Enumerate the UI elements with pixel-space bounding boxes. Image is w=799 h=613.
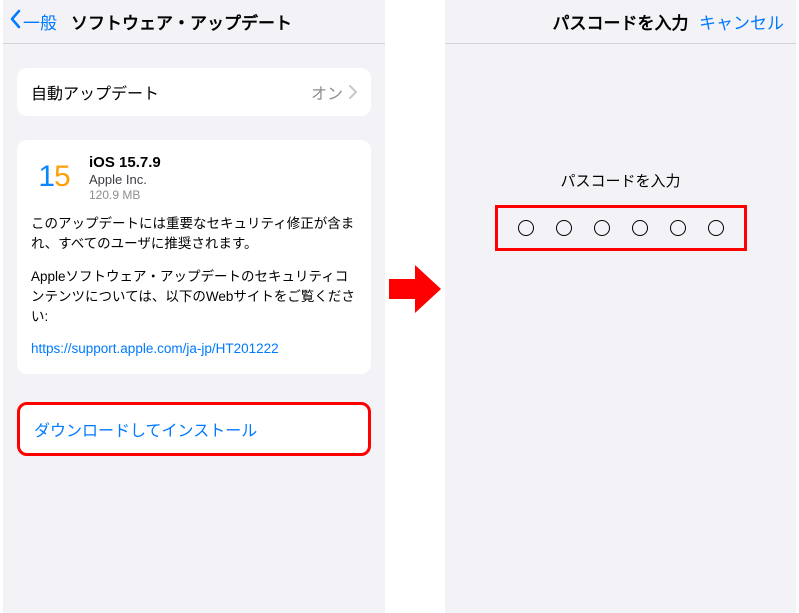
passcode-dot: [708, 220, 724, 236]
passcode-screen: パスコードを入力 キャンセル パスコードを入力: [445, 0, 796, 613]
download-install-button[interactable]: ダウンロードしてインストール: [17, 402, 371, 456]
update-desc-2: Appleソフトウェア・アップデートのセキュリティコンテンツについては、以下のW…: [31, 267, 357, 328]
passcode-dot: [594, 220, 610, 236]
back-button[interactable]: 一般: [3, 9, 57, 34]
ios-version-icon: 15: [31, 154, 77, 200]
auto-update-label: 自動アップデート: [31, 80, 311, 104]
passcode-dot: [670, 220, 686, 236]
passcode-dot: [556, 220, 572, 236]
download-install-label: ダウンロードしてインストール: [34, 423, 257, 440]
page-title: ソフトウェア・アップデート: [71, 9, 292, 34]
update-card: 15 iOS 15.7.9 Apple Inc. 120.9 MB このアップデ…: [17, 140, 371, 374]
update-desc-1: このアップデートには重要なセキュリティ修正が含まれ、すべてのユーザに推奨されます…: [31, 214, 357, 255]
arrow-right-icon: [386, 260, 444, 318]
os-title: iOS 15.7.9: [89, 154, 161, 171]
passcode-dot: [632, 220, 648, 236]
nav-bar: パスコードを入力 キャンセル: [445, 0, 796, 44]
vendor-name: Apple Inc.: [89, 172, 161, 187]
passcode-prompt: パスコードを入力: [445, 170, 796, 191]
passcode-dots: [495, 205, 747, 251]
chevron-left-icon: [9, 9, 23, 34]
update-link[interactable]: https://support.apple.com/ja-jp/HT201222: [31, 341, 279, 356]
passcode-dot: [518, 220, 534, 236]
back-label: 一般: [23, 9, 57, 34]
cancel-button[interactable]: キャンセル: [699, 9, 784, 34]
software-update-screen: 一般 ソフトウェア・アップデート 自動アップデート オン 15 iOS 15.7…: [3, 0, 385, 613]
nav-bar: 一般 ソフトウェア・アップデート: [3, 0, 385, 44]
download-size: 120.9 MB: [89, 188, 161, 202]
auto-update-value: オン: [311, 80, 343, 104]
auto-update-cell[interactable]: 自動アップデート オン: [17, 68, 371, 116]
chevron-right-icon: [349, 85, 357, 99]
